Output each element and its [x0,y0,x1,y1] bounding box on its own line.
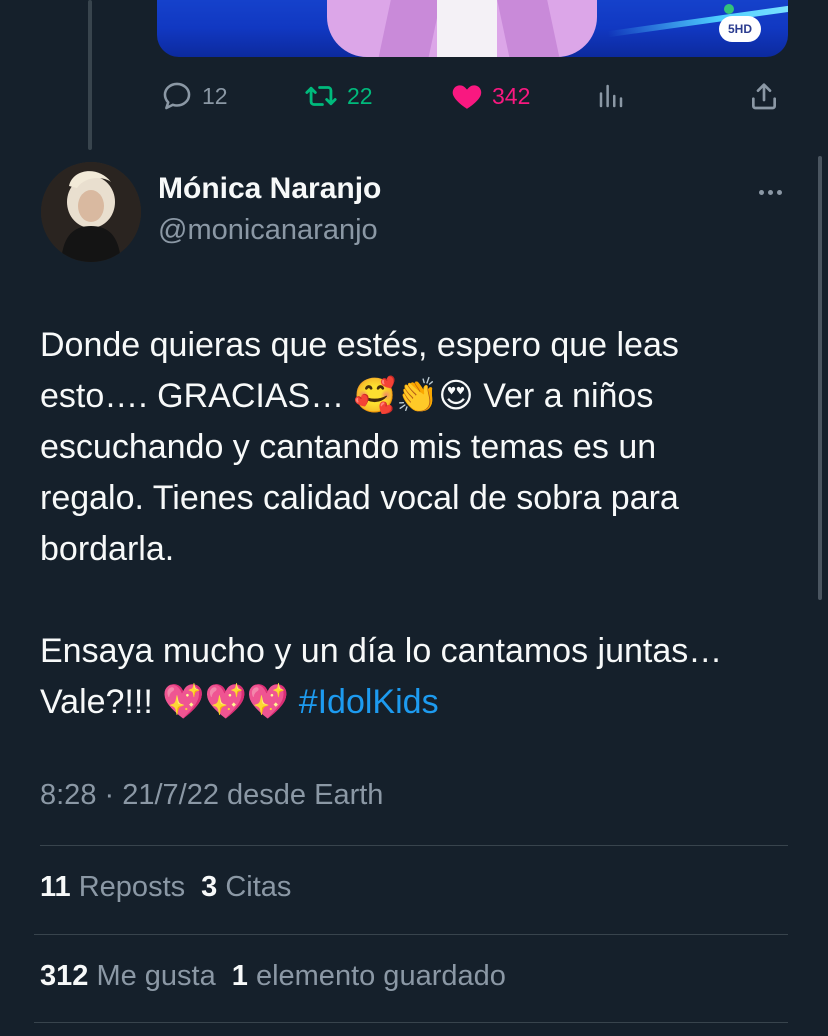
tweet-line: Ensaya mucho y un día lo cantamos juntas… [40,632,723,670]
bar-chart-icon [599,84,623,108]
media-person-figure [327,0,597,57]
bookmarks-stat-link[interactable]: 1 elemento guardado [232,960,506,992]
tweet-line: Vale?!!! 💖💖💖 #IdolKids [40,682,439,722]
thread-connector-line [88,0,92,150]
author-handle[interactable]: @monicanaranjo [158,214,378,247]
avatar-image [41,162,141,262]
media-light-stripe [607,4,788,38]
repost-button[interactable]: 22 [303,76,373,116]
reply-icon [163,82,191,110]
reply-count: 12 [202,82,228,109]
likes-stats-row: 312 Me gusta 1 elemento guardado [40,960,506,993]
tweet-line: bordarla. [40,530,175,568]
reply-button[interactable]: 12 [160,76,228,116]
emoji-group: 💖💖💖 [162,682,290,722]
quotes-stat-link[interactable]: 3 Citas [201,871,291,903]
scrollbar[interactable] [818,156,822,600]
more-dot-icon [767,189,773,195]
more-options-button[interactable] [752,180,788,204]
tweet-body: Donde quieras que estés, espero que leas… [40,320,800,728]
repost-stats-row: 11 Reposts 3 Citas [40,871,291,904]
more-dot-icon [776,189,782,195]
channel-logo: 5HD [719,16,761,42]
reposts-stat-link[interactable]: 11 Reposts [40,871,185,903]
tweet-detail-page: 5HD 12 22 342 Mónica Naranjo @monicanara… [0,0,828,1036]
likes-stat-link[interactable]: 312 Me gusta [40,960,216,992]
divider [34,1022,788,1023]
tweet-timestamp[interactable]: 8:28 · 21/7/22 desde Earth [40,779,383,812]
avatar[interactable] [41,162,141,262]
like-button[interactable]: 342 [450,76,530,116]
hashtag-link[interactable]: #IdolKids [299,683,439,721]
tweet-line: escuchando y cantando mis temas es un [40,428,657,466]
repost-icon [305,86,337,106]
tweet-media-image[interactable]: 5HD [157,0,788,57]
like-count: 342 [492,82,531,109]
more-dot-icon [758,189,764,195]
tweet-action-bar: 12 22 342 [0,76,828,116]
repost-count: 22 [347,82,373,109]
divider [40,845,788,846]
emoji-group: 🥰👏😍 [353,376,474,416]
views-button[interactable] [596,76,626,116]
tweet-line: esto…. GRACIAS… 🥰👏😍 Ver a niños [40,376,654,416]
tweet-line: Donde quieras que estés, espero que leas [40,326,679,364]
tweet-line: regalo. Tienes calidad vocal de sobra pa… [40,479,679,517]
share-button[interactable] [748,76,780,116]
divider [34,934,788,935]
author-display-name[interactable]: Mónica Naranjo [158,172,381,206]
heart-icon [452,85,482,109]
channel-dot [724,4,734,14]
share-icon [752,83,776,110]
